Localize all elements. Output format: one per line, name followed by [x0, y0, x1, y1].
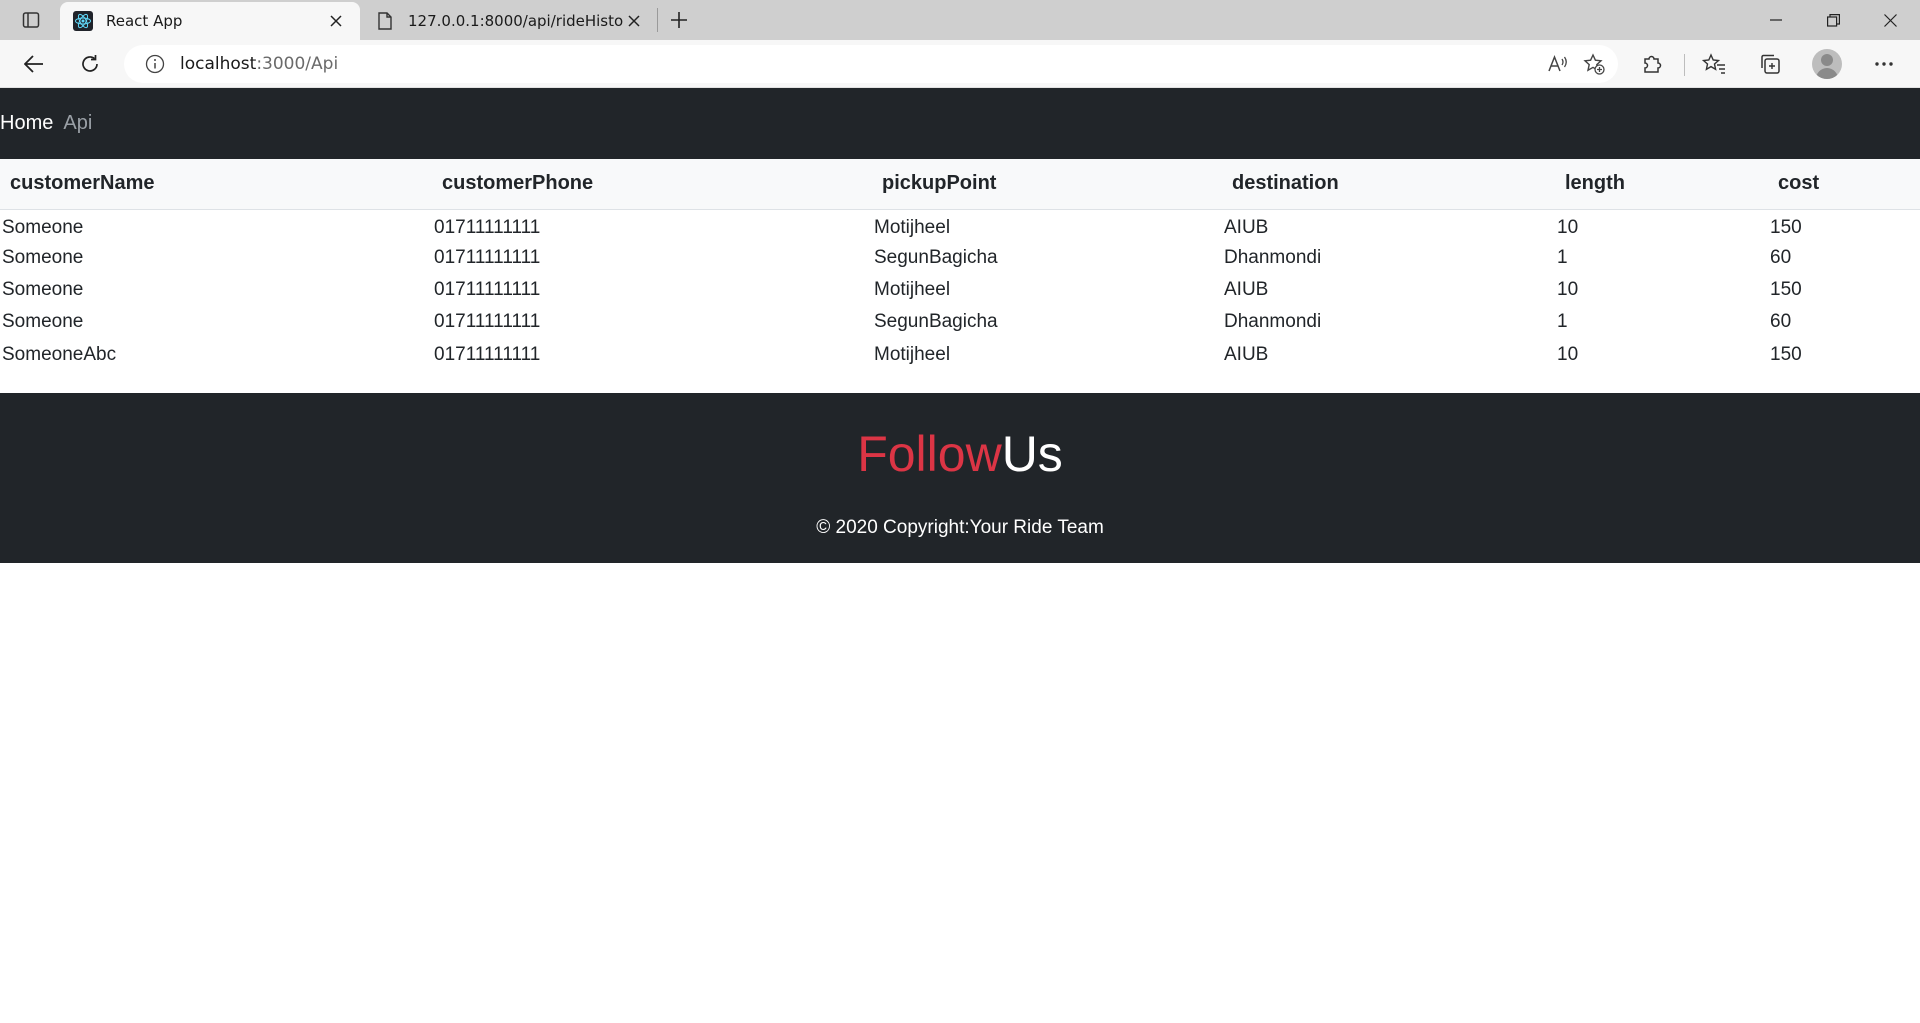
column-header-customer-name: customerName [10, 172, 155, 195]
url-path: :3000/Api [256, 54, 339, 74]
cell-customer-phone: 01711111111 [434, 343, 541, 365]
cell-length: 1 [1557, 311, 1568, 333]
tab-react-app[interactable]: React App [60, 2, 360, 40]
close-window-button[interactable] [1862, 0, 1918, 40]
column-header-customer-phone: customerPhone [442, 172, 594, 195]
avatar-body [1816, 68, 1838, 79]
cell-destination: Dhanmondi [1224, 246, 1322, 268]
cell-cost: 150 [1770, 217, 1802, 239]
extensions-button[interactable] [1634, 46, 1670, 82]
nav-home-link[interactable]: Home [0, 112, 53, 135]
footer-copyright: © 2020 Copyright:Your Ride Team [816, 517, 1104, 538]
tab-title: 127.0.0.1:8000/api/rideHistory [408, 12, 624, 30]
tab-ride-history[interactable]: 127.0.0.1:8000/api/rideHistory [362, 2, 658, 40]
column-header-pickup-point: pickupPoint [882, 172, 997, 195]
cell-cost: 150 [1770, 278, 1802, 300]
puzzle-icon [1644, 55, 1662, 73]
cell-destination: AIUB [1224, 278, 1269, 300]
favorites-button[interactable] [1696, 46, 1732, 82]
avatar-head [1821, 54, 1833, 66]
url-host: localhost [180, 54, 257, 74]
url-text[interactable]: localhost:3000/Api [180, 54, 1540, 74]
cell-cost: 60 [1770, 246, 1792, 268]
minimize-icon [1770, 19, 1782, 21]
more-options-button[interactable] [1866, 46, 1902, 82]
tab-actions-icon [22, 12, 40, 28]
close-tab-icon[interactable] [326, 11, 346, 31]
browser-tab-bar: React App 127.0.0.1:8000/api/rideHistory [0, 0, 1920, 40]
cell-destination: AIUB [1224, 343, 1269, 365]
app-navbar: Home Api [0, 88, 1920, 159]
cell-customer-name: Someone [2, 278, 84, 300]
footer-title-us: Us [1001, 426, 1063, 482]
table-row: Someone 01711111111 Motijheel AIUB 10 15… [0, 209, 1920, 241]
column-header-cost: cost [1778, 172, 1820, 195]
table-header-row: customerName customerPhone pickupPoint d… [0, 159, 1920, 209]
column-header-destination: destination [1232, 172, 1339, 195]
cell-customer-phone: 01711111111 [434, 217, 541, 239]
footer-title: FollowUs [0, 425, 1920, 483]
info-icon[interactable] [144, 53, 166, 75]
table-row: Someone 01711111111 SegunBagicha Dhanmon… [0, 306, 1920, 338]
cell-cost: 60 [1770, 311, 1792, 333]
cell-customer-name: Someone [2, 311, 84, 333]
star-add-icon [1583, 53, 1605, 75]
cell-customer-name: Someone [2, 217, 84, 239]
toolbar-divider [1684, 54, 1685, 76]
minimize-button[interactable] [1748, 0, 1804, 40]
column-header-length: length [1565, 172, 1625, 195]
read-aloud-icon [1548, 54, 1567, 72]
react-icon [72, 10, 94, 32]
collections-icon [1761, 54, 1780, 74]
cell-customer-phone: 01711111111 [434, 278, 541, 300]
cell-length: 10 [1557, 343, 1579, 365]
cell-pickup-point: Motijheel [874, 278, 951, 300]
ellipsis-icon [1875, 62, 1893, 66]
restore-button[interactable] [1805, 0, 1861, 40]
new-tab-button[interactable] [664, 6, 694, 34]
cell-destination: Dhanmondi [1224, 311, 1322, 333]
address-bar[interactable]: localhost:3000/Api [124, 45, 1618, 83]
cell-cost: 150 [1770, 343, 1802, 365]
restore-icon [1826, 13, 1840, 27]
add-favorite-button[interactable] [1576, 46, 1612, 82]
table-row: SomeoneAbc 01711111111 Motijheel AIUB 10… [0, 339, 1920, 371]
tab-title: React App [106, 12, 183, 30]
cell-pickup-point: SegunBagicha [874, 246, 998, 268]
page-icon [374, 10, 396, 32]
cell-length: 10 [1557, 217, 1579, 239]
close-icon [1883, 13, 1897, 27]
collections-button[interactable] [1752, 46, 1788, 82]
cell-customer-phone: 01711111111 [434, 246, 541, 268]
back-arrow-icon [24, 55, 43, 73]
refresh-button[interactable] [72, 46, 108, 82]
cell-customer-name: Someone [2, 246, 84, 268]
tab-actions-button[interactable] [14, 6, 48, 34]
cell-customer-phone: 01711111111 [434, 311, 541, 333]
cell-customer-name: SomeoneAbc [2, 343, 117, 365]
refresh-icon [82, 55, 98, 72]
ride-history-table: customerName customerPhone pickupPoint d… [0, 159, 1920, 371]
cell-pickup-point: Motijheel [874, 343, 951, 365]
footer-title-follow: Follow [857, 426, 1002, 482]
table-row: Someone 01711111111 SegunBagicha Dhanmon… [0, 241, 1920, 273]
profile-avatar[interactable] [1812, 49, 1842, 79]
cell-length: 1 [1557, 246, 1568, 268]
cell-destination: AIUB [1224, 217, 1269, 239]
plus-icon [671, 12, 687, 28]
close-tab-icon[interactable] [624, 11, 644, 31]
favorites-icon [1702, 53, 1725, 74]
read-aloud-button[interactable] [1540, 46, 1576, 82]
cell-length: 10 [1557, 278, 1579, 300]
cell-pickup-point: SegunBagicha [874, 311, 998, 333]
cell-pickup-point: Motijheel [874, 217, 951, 239]
page-footer: FollowUs © 2020 Copyright:Your Ride Team [0, 393, 1920, 563]
table-row: Someone 01711111111 Motijheel AIUB 10 15… [0, 274, 1920, 306]
nav-api-link[interactable]: Api [63, 112, 92, 135]
back-button[interactable] [16, 46, 52, 82]
tab-divider [657, 8, 658, 32]
browser-toolbar: localhost:3000/Api [0, 40, 1920, 88]
